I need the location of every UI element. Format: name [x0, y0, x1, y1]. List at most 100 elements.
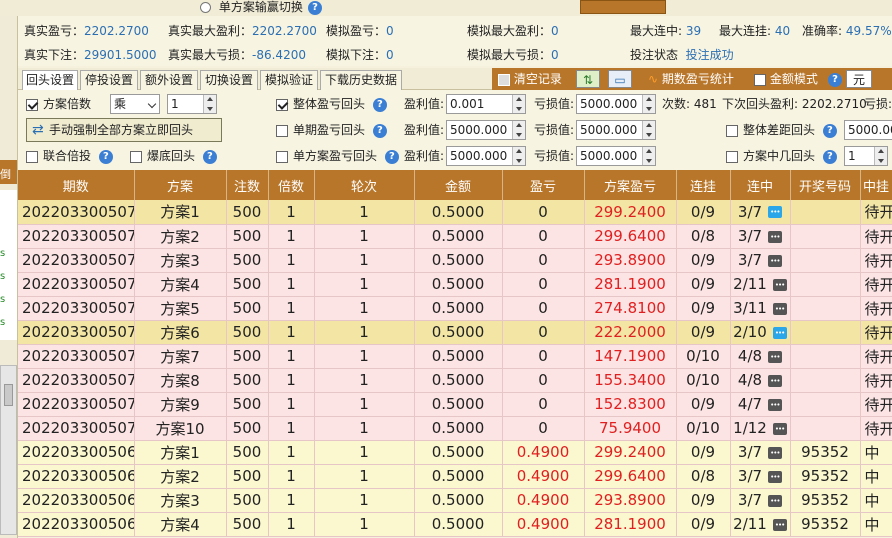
message-icon[interactable]: [768, 350, 783, 363]
blow-option[interactable]: 爆底回头 ?: [130, 149, 217, 164]
joint-checkbox[interactable]: [26, 150, 38, 163]
table-row[interactable]: 202203300507 方案9 500 1 1 0.5000 0 152.8300 0/9 4/…: [18, 392, 892, 417]
column-header[interactable]: 中挂: [860, 170, 892, 200]
table-row[interactable]: 202203300507 方案2 500 1 1 0.5000 0 299.6400 0/8 3/…: [18, 224, 892, 249]
stepper-arrows-icon[interactable]: [512, 121, 525, 139]
stepper-arrows-icon[interactable]: [642, 95, 655, 113]
column-header[interactable]: 开奖号码: [790, 170, 861, 200]
diff-value-input[interactable]: 5000.00: [844, 120, 892, 140]
stepper-arrows-icon[interactable]: [512, 147, 525, 165]
column-header[interactable]: 连挂: [676, 170, 731, 200]
stepper-arrows-icon[interactable]: [874, 147, 887, 165]
column-header[interactable]: 期数: [18, 170, 135, 200]
left-list-item[interactable]: s: [0, 248, 5, 259]
loss-input-2[interactable]: 5000.000: [576, 120, 656, 140]
plan-multiplier-option[interactable]: 方案倍数: [26, 97, 91, 111]
amount-mode-toggle[interactable]: 金额模式: [754, 70, 818, 88]
message-icon[interactable]: [768, 398, 783, 411]
unit-button[interactable]: 元: [846, 70, 872, 88]
left-list-item[interactable]: s: [0, 271, 5, 282]
table-row[interactable]: 202203300506 方案4 500 1 1 0.5000 0.4900 281.1900…: [18, 512, 892, 537]
scroll-thumb[interactable]: [4, 384, 13, 406]
column-header[interactable]: 盈亏: [502, 170, 585, 200]
stepper-arrows-icon[interactable]: [203, 95, 216, 113]
left-list-item[interactable]: s: [0, 294, 5, 305]
message-icon[interactable]: [772, 278, 787, 291]
plan-multiplier-checkbox[interactable]: [26, 98, 38, 111]
few-value-stepper[interactable]: 1: [844, 146, 888, 166]
table-row[interactable]: 202203300507 方案1 500 1 1 0.5000 0 299.2400 0/9 3/…: [18, 200, 892, 225]
tab-stop-settings[interactable]: 停投设置: [80, 70, 138, 90]
period-stats-button[interactable]: ∿ 期数盈亏统计: [648, 70, 734, 88]
message-icon[interactable]: [772, 326, 787, 339]
tab-extra-settings[interactable]: 额外设置: [140, 70, 198, 90]
plan-back-checkbox[interactable]: [276, 150, 288, 163]
profit-input-3[interactable]: 5000.000: [446, 146, 526, 166]
top-action-button[interactable]: [580, 0, 666, 14]
overall-back-option[interactable]: 整体盈亏回头 ?: [276, 97, 387, 112]
force-back-button[interactable]: ⇄ 手动强制全部方案立即回头: [26, 118, 222, 142]
help-icon[interactable]: ?: [98, 149, 113, 164]
radio-icon[interactable]: [200, 2, 211, 13]
amount-mode-checkbox[interactable]: [754, 73, 766, 86]
table-row[interactable]: 202203300507 方案4 500 1 1 0.5000 0 281.1900 0/9 2/…: [18, 272, 892, 297]
column-header[interactable]: 方案盈亏: [584, 170, 677, 200]
stepper-arrows-icon[interactable]: [642, 147, 655, 165]
help-icon[interactable]: ?: [384, 149, 399, 164]
message-icon[interactable]: [768, 254, 783, 267]
message-icon[interactable]: [768, 446, 783, 459]
left-scrollbar[interactable]: [0, 365, 17, 535]
message-icon[interactable]: [772, 422, 787, 435]
column-header[interactable]: 连中: [730, 170, 791, 200]
diff-back-checkbox[interactable]: [726, 124, 738, 137]
table-row[interactable]: 202203300507 方案10 500 1 1 0.5000 0 75.9400 0/10 1…: [18, 416, 892, 441]
message-icon[interactable]: [772, 302, 787, 315]
column-header[interactable]: 金额: [414, 170, 503, 200]
few-back-option[interactable]: 方案中几回头 ?: [726, 149, 837, 164]
column-header[interactable]: 轮次: [314, 170, 415, 200]
multiplier-stepper[interactable]: 1: [167, 94, 217, 114]
column-header[interactable]: 方案: [134, 170, 227, 200]
table-row[interactable]: 202203300506 方案2 500 1 1 0.5000 0.4900 299.6400…: [18, 464, 892, 489]
stepper-arrows-icon[interactable]: [512, 95, 525, 113]
help-icon[interactable]: ?: [822, 123, 837, 138]
op-select[interactable]: 乘: [110, 94, 160, 114]
blow-checkbox[interactable]: [130, 150, 142, 163]
few-back-checkbox[interactable]: [726, 150, 738, 163]
tab-download-history[interactable]: 下载历史数据: [320, 70, 402, 90]
single-back-checkbox[interactable]: [276, 124, 288, 137]
message-icon[interactable]: [772, 518, 787, 531]
table-row[interactable]: 202203300507 方案5 500 1 1 0.5000 0 274.8100 0/9 3/…: [18, 296, 892, 321]
table-row[interactable]: 202203300507 方案6 500 1 1 0.5000 0 222.2000 0/9 2/…: [18, 320, 892, 345]
left-list-item[interactable]: s: [0, 317, 5, 328]
message-icon[interactable]: [768, 470, 783, 483]
table-row[interactable]: 202203300507 方案7 500 1 1 0.5000 0 147.1900 0/10 4…: [18, 344, 892, 369]
switch-radio[interactable]: 单方案输赢切换: [200, 0, 303, 14]
profit-input-2[interactable]: 5000.000: [446, 120, 526, 140]
single-back-option[interactable]: 单期盈亏回头 ?: [276, 123, 387, 138]
message-icon[interactable]: [768, 230, 783, 243]
table-row[interactable]: 202203300506 方案1 500 1 1 0.5000 0.4900 299.2400…: [18, 440, 892, 465]
window-icon[interactable]: ▭: [608, 70, 632, 88]
help-icon[interactable]: ?: [372, 97, 387, 112]
stepper-arrows-icon[interactable]: [642, 121, 655, 139]
tab-sim-verify[interactable]: 模拟验证: [260, 70, 318, 90]
amount-help-icon[interactable]: ?: [828, 70, 842, 88]
plan-back-option[interactable]: 单方案盈亏回头 ?: [276, 149, 399, 164]
column-header[interactable]: 注数: [226, 170, 269, 200]
diff-back-option[interactable]: 整体差距回头 ?: [726, 123, 837, 138]
table-row[interactable]: 202203300507 方案8 500 1 1 0.5000 0 155.3400 0/10 4…: [18, 368, 892, 393]
table-row[interactable]: 202203300506 方案3 500 1 1 0.5000 0.4900 293.8900…: [18, 488, 892, 513]
swap-icon[interactable]: ⇅: [576, 70, 600, 88]
help-icon-top[interactable]: ?: [308, 0, 322, 15]
loss-input-1[interactable]: 5000.000: [576, 94, 656, 114]
message-icon[interactable]: [768, 206, 783, 219]
clear-records-button[interactable]: 清空记录: [498, 70, 562, 88]
tab-switch-settings[interactable]: 切换设置: [200, 70, 258, 90]
column-header[interactable]: 倍数: [268, 170, 315, 200]
help-icon[interactable]: ?: [822, 149, 837, 164]
tab-back-settings[interactable]: 回头设置: [22, 70, 78, 90]
profit-input-1[interactable]: 0.001: [446, 94, 526, 114]
message-icon[interactable]: [768, 494, 783, 507]
joint-option[interactable]: 联合倍投 ?: [26, 149, 113, 164]
